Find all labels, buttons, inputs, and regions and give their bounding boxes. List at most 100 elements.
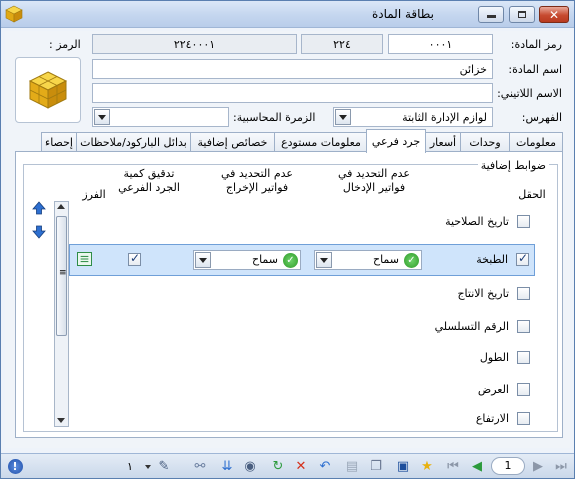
cube-icon — [5, 5, 23, 23]
chevron-down-icon[interactable] — [316, 252, 332, 268]
no-output-select[interactable]: سماح ✓ — [193, 250, 301, 270]
material-image[interactable] — [15, 57, 81, 123]
vertical-scrollbar[interactable]: ≡ — [54, 201, 69, 427]
row-label: تاريخ الصلاحية — [445, 215, 509, 228]
row-checkbox[interactable] — [517, 320, 530, 333]
binoculars-icon[interactable]: ⚯ — [191, 458, 209, 475]
prev-icon[interactable]: ◀ — [468, 458, 486, 475]
row-label: الطول — [479, 351, 509, 364]
undo-icon[interactable]: ↶ — [316, 458, 334, 475]
tab-sub-inventory[interactable]: جرد فرعي — [366, 129, 426, 153]
material-name-label: اسم المادة: — [508, 63, 562, 76]
check-circle-icon: ✓ — [404, 253, 419, 268]
row-label: الرقم التسلسلي — [434, 320, 509, 333]
arrow-down-icon — [32, 225, 46, 239]
acct-group-select[interactable] — [92, 107, 229, 127]
index-select[interactable]: لوازم الإدارة الثابتة — [333, 107, 493, 127]
row-checkbox[interactable] — [516, 251, 529, 266]
row-label: الارتفاع — [475, 412, 509, 425]
material-code-input[interactable]: ٠٠٠١ — [388, 34, 493, 54]
move-down-button[interactable] — [32, 225, 46, 239]
window: بطاقة المادة ✕ الرمز : ٢٢٤٠٠٠١ ٢٢٤ ٠٠٠١ … — [0, 0, 575, 479]
table-row-selected[interactable]: الطبخة سماح ✓ سماح ✓ — [69, 244, 535, 276]
row-checkbox[interactable] — [517, 215, 530, 228]
header-check-qty: تدقيق كمية الجرد الفرعي — [118, 167, 180, 194]
copy-icon[interactable]: ❐ — [367, 458, 385, 475]
latin-name-input[interactable] — [92, 83, 493, 103]
next-icon[interactable]: ▶ — [529, 458, 547, 475]
minimize-icon — [486, 15, 496, 18]
minimize-button[interactable] — [478, 6, 504, 23]
table-row[interactable]: تاريخ الصلاحية — [69, 205, 535, 237]
no-input-select[interactable]: سماح ✓ — [314, 250, 422, 270]
title-bar[interactable]: بطاقة المادة ✕ — [1, 1, 574, 28]
cube-icon — [28, 71, 68, 109]
form-body: الرمز : ٢٢٤٠٠٠١ ٢٢٤ ٠٠٠١ رمز المادة: خزا… — [5, 31, 570, 448]
chevron-down-icon[interactable] — [94, 109, 110, 125]
material-code-label: رمز المادة: — [510, 38, 562, 51]
extra-controls-group: ضوابط إضافية الفرز تدقيق كمية الجرد الفر… — [23, 159, 558, 432]
window-title: بطاقة المادة — [371, 7, 434, 21]
star-icon[interactable]: ★ — [418, 458, 436, 475]
code-label: الرمز : — [49, 38, 81, 51]
restore-button[interactable] — [509, 6, 535, 23]
tab-prices[interactable]: أسعار — [425, 132, 461, 152]
check-circle-icon: ✓ — [283, 253, 298, 268]
refresh-icon[interactable]: ↻ — [269, 458, 287, 475]
tab-info[interactable]: معلومات — [509, 132, 563, 152]
tab-units[interactable]: وحدات — [460, 132, 510, 152]
table-row[interactable]: العرض — [69, 373, 535, 405]
tab-bar: إحصاء بدائل الباركود/ملاحظات خصائص إضافي… — [41, 129, 565, 153]
scroll-up-arrow[interactable] — [57, 204, 65, 209]
material-name-input[interactable]: خزائن — [92, 59, 493, 79]
table-row[interactable]: الطول — [69, 341, 535, 373]
row-checkbox[interactable] — [517, 351, 530, 364]
code-short-field[interactable]: ٢٢٤ — [301, 34, 383, 54]
group-title: ضوابط إضافية — [477, 159, 549, 172]
sort-icon[interactable]: ⇊ — [218, 458, 236, 475]
last-icon[interactable]: ⏭ — [552, 458, 570, 475]
close-icon: ✕ — [548, 7, 560, 22]
tab-statistics[interactable]: إحصاء — [41, 132, 77, 152]
header-no-input: عدم التحديد في فواتير الإدخال — [337, 167, 410, 194]
index-label: الفهرس: — [521, 111, 562, 124]
barcode-field[interactable]: ٢٢٤٠٠٠١ — [92, 34, 297, 54]
chevron-down-icon[interactable] — [145, 465, 151, 469]
tab-warehouse-info[interactable]: معلومات مستودع — [274, 132, 368, 152]
table-row[interactable]: الرقم التسلسلي — [69, 310, 535, 342]
navigation-bar: ! ١ ✎ ⚯ ⇊ ◉ ↻ ✕ ↶ ▤ ❐ ▣ ★ ⏮ ◀ 1 ▶ ⏭ — [1, 453, 574, 478]
record-count: ١ — [127, 460, 133, 473]
scroll-down-arrow[interactable] — [57, 418, 65, 423]
tab-barcode-alternatives[interactable]: بدائل الباركود/ملاحظات — [76, 132, 191, 152]
chevron-down-icon[interactable] — [195, 252, 211, 268]
help-icon[interactable]: ! — [6, 458, 24, 475]
page-input[interactable]: 1 — [491, 457, 525, 475]
move-up-button[interactable] — [32, 201, 46, 215]
table-row[interactable]: الارتفاع — [69, 405, 535, 431]
row-label: تاريخ الانتاج — [457, 287, 509, 300]
chevron-down-icon[interactable] — [335, 109, 351, 125]
sort-list-icon[interactable] — [77, 252, 92, 266]
scroll-thumb[interactable]: ≡ — [56, 216, 67, 336]
eye-icon[interactable]: ◉ — [241, 458, 259, 475]
latin-name-label: الاسم اللاتيني: — [497, 87, 562, 100]
row-checkbox[interactable] — [517, 287, 530, 300]
row-label: العرض — [477, 383, 509, 396]
close-button[interactable]: ✕ — [539, 6, 569, 23]
first-icon[interactable]: ⏮ — [444, 458, 462, 475]
delete-icon[interactable]: ✕ — [292, 458, 310, 475]
tab-extra-properties[interactable]: خصائص إضافية — [190, 132, 275, 152]
row-checkbox[interactable] — [517, 412, 530, 425]
paste-icon[interactable]: ▤ — [343, 458, 361, 475]
acct-group-label: الزمرة المحاسبية: — [233, 111, 316, 124]
arrow-up-icon — [32, 201, 46, 215]
check-qty-checkbox[interactable] — [128, 251, 141, 266]
save-icon[interactable]: ▣ — [394, 458, 412, 475]
attach-icon[interactable]: ✎ — [155, 458, 173, 475]
sub-inventory-panel: ضوابط إضافية الفرز تدقيق كمية الجرد الفر… — [15, 151, 563, 438]
row-checkbox[interactable] — [517, 383, 530, 396]
header-field: الحقل — [518, 188, 546, 201]
table-row[interactable]: تاريخ الانتاج — [69, 277, 535, 309]
restore-icon — [518, 11, 526, 18]
row-label: الطبخة — [476, 253, 508, 266]
